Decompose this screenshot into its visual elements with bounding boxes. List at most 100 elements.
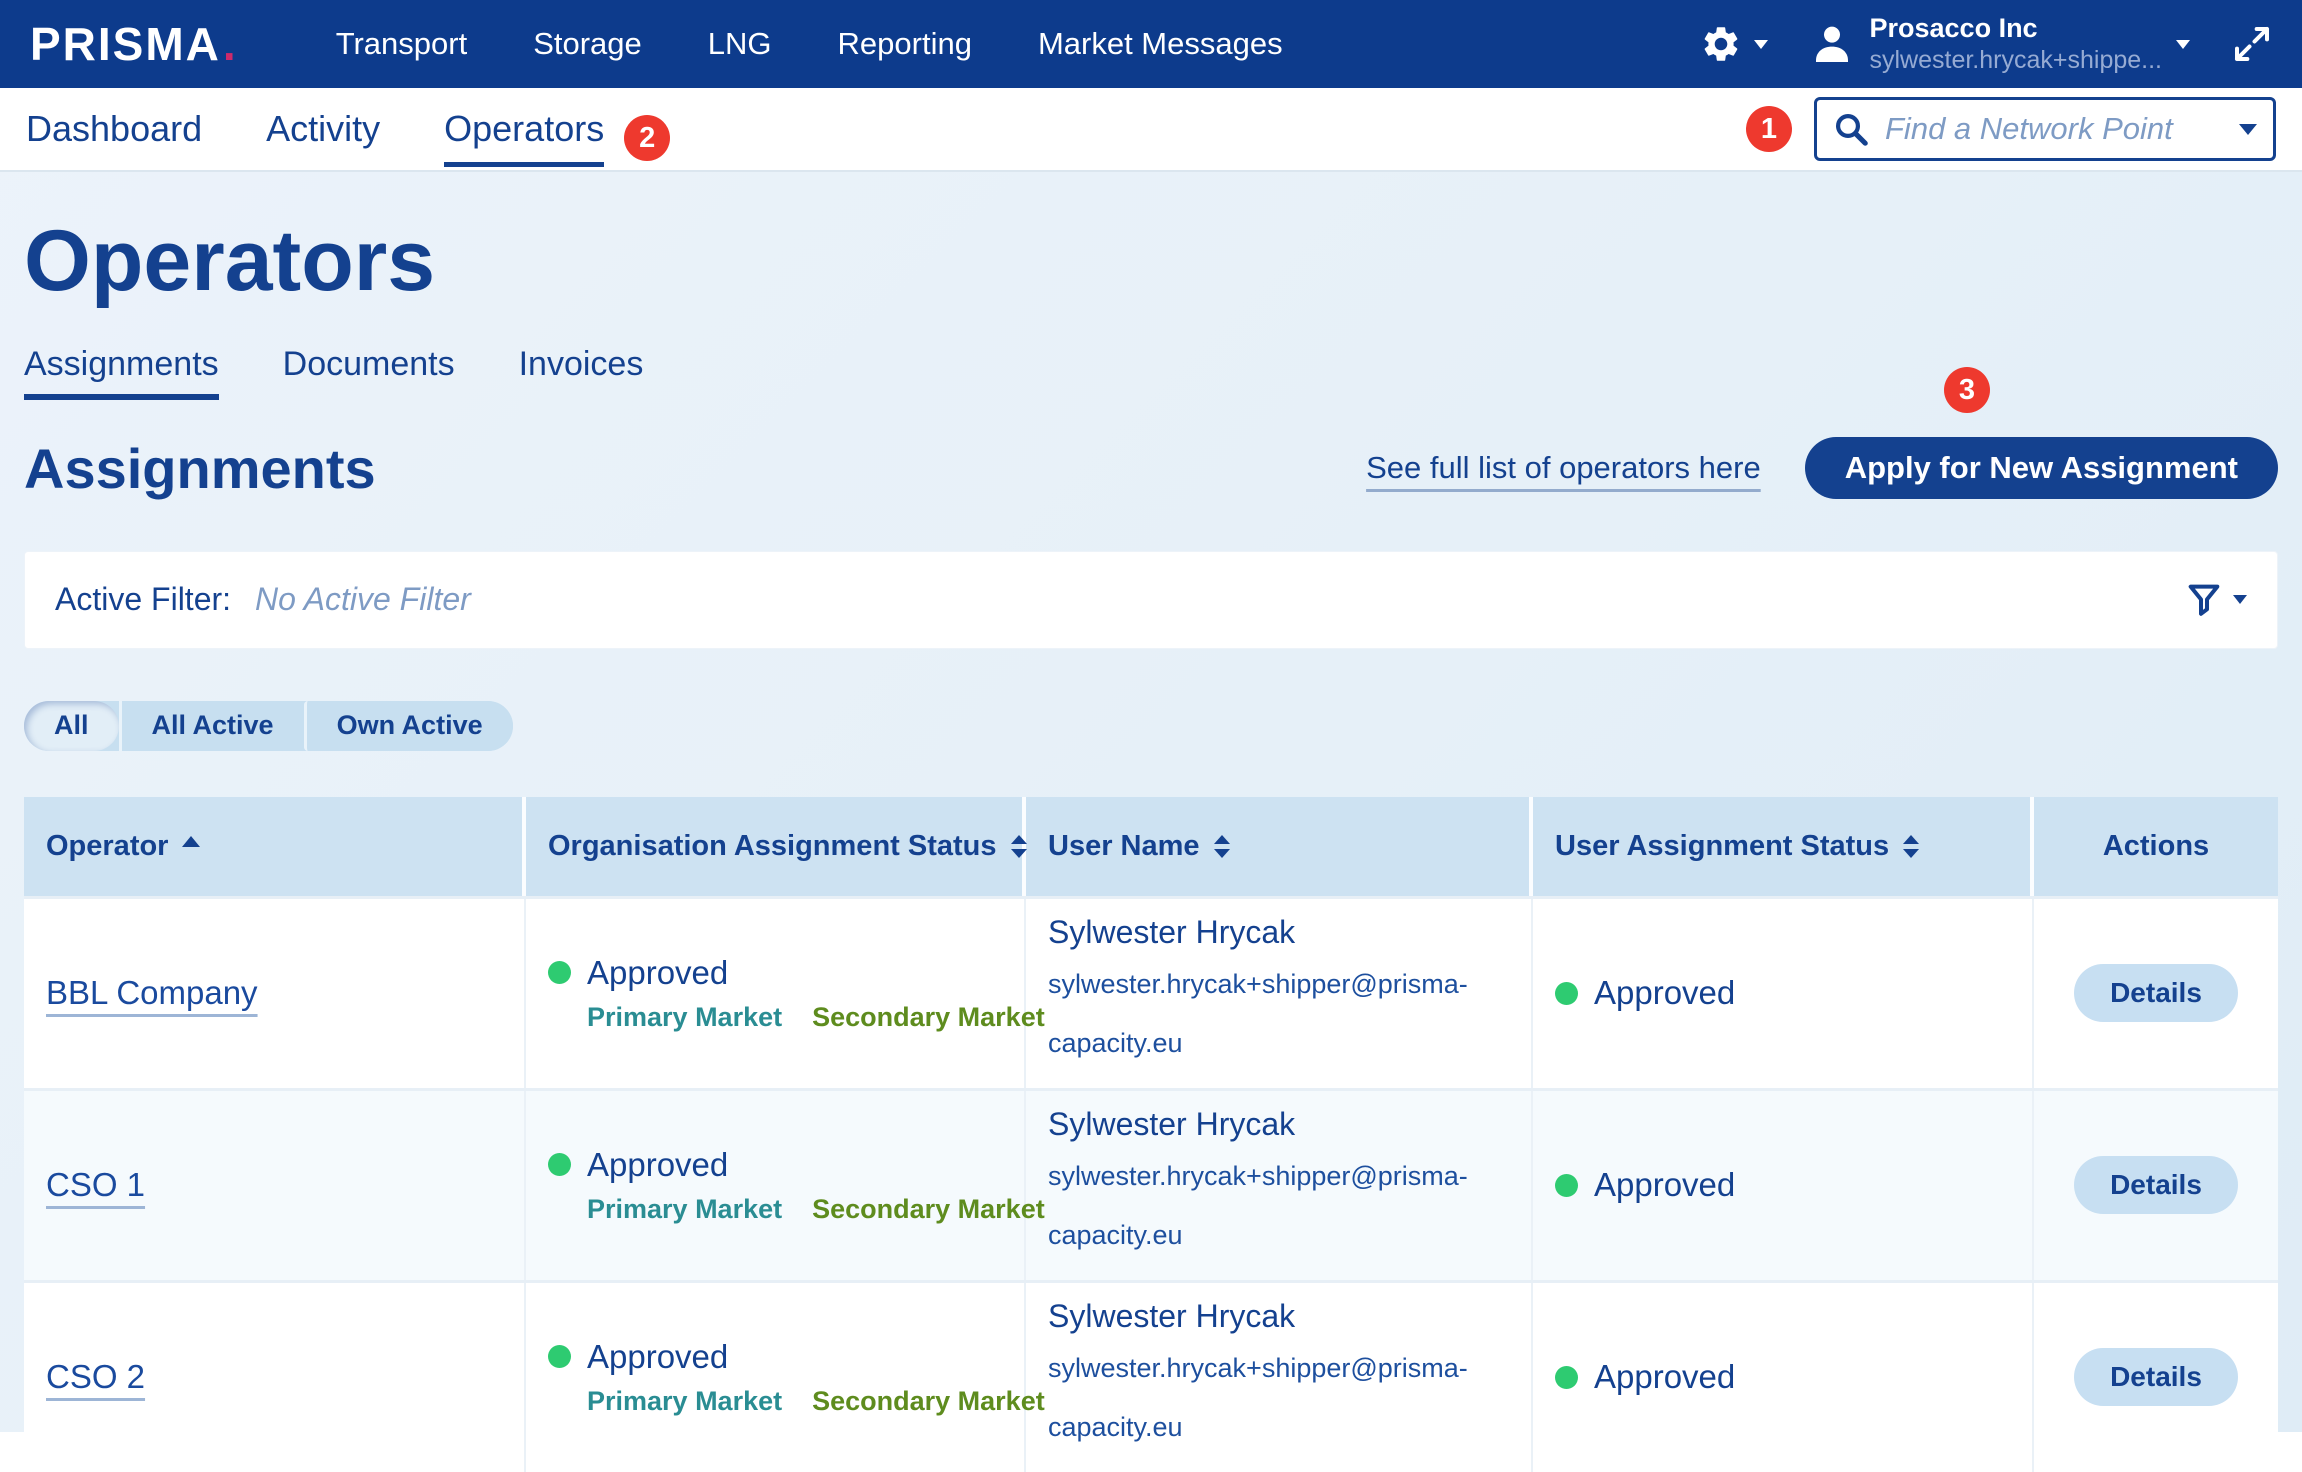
user-name: Sylwester Hrycak: [1048, 1298, 1509, 1335]
user-status-text: Approved: [1594, 974, 1735, 1012]
org-status: Approved: [548, 1146, 1002, 1184]
user-cell: Sylwester Hrycak sylwester.hrycak+shippe…: [1026, 899, 1533, 1088]
toggle-own-active[interactable]: Own Active: [304, 701, 513, 751]
subnav-item-dashboard[interactable]: Dashboard: [26, 108, 202, 150]
secondary-market-label: Secondary Market: [812, 1386, 1045, 1417]
org-status-cell: Approved Primary Market Secondary Market: [526, 1283, 1026, 1472]
operator-link[interactable]: CSO 2: [46, 1358, 145, 1395]
user-status-cell: Approved: [1533, 1283, 2034, 1472]
topnav-item-lng[interactable]: LNG: [708, 26, 772, 62]
user-email: sylwester.hrycak+shipper@prisma-capacity…: [1048, 955, 1509, 1074]
org-status-text: Approved: [587, 1146, 728, 1184]
page-title: Operators: [24, 212, 2278, 311]
organisation-name: Prosacco Inc: [1870, 12, 2163, 46]
tab-invoices[interactable]: Invoices: [519, 345, 644, 400]
status-dot-icon: [548, 961, 571, 984]
network-point-search[interactable]: [1814, 97, 2276, 161]
primary-market-label: Primary Market: [587, 1386, 782, 1417]
operators-page: Operators Assignments Documents Invoices…: [0, 212, 2302, 1472]
operator-link[interactable]: CSO 1: [46, 1166, 145, 1203]
brand-dot: .: [223, 17, 238, 71]
account-text: Prosacco Inc sylwester.hrycak+shippe...: [1870, 12, 2163, 77]
operator-cell: CSO 2: [24, 1283, 526, 1472]
secondary-market-label: Secondary Market: [812, 1194, 1045, 1225]
details-button[interactable]: Details: [2074, 1156, 2238, 1214]
org-status: Approved: [548, 954, 1002, 992]
column-operator[interactable]: Operator: [24, 797, 526, 896]
topnav-item-market-messages[interactable]: Market Messages: [1038, 26, 1283, 62]
gear-icon: [1700, 23, 1742, 65]
column-user-assignment-status[interactable]: User Assignment Status: [1533, 797, 2034, 896]
subnav-item-activity[interactable]: Activity: [266, 108, 380, 150]
assignments-table: Operator Organisation Assignment Status …: [24, 797, 2278, 1472]
search-icon: [1833, 111, 1869, 147]
section-actions: See full list of operators here 3 Apply …: [1366, 437, 2278, 499]
brand-text: PRISMA: [30, 17, 221, 71]
operator-link[interactable]: BBL Company: [46, 974, 258, 1011]
org-status-cell: Approved Primary Market Secondary Market: [526, 1091, 1026, 1280]
topnav-item-storage[interactable]: Storage: [533, 26, 642, 62]
org-status: Approved: [548, 1338, 1002, 1376]
expand-icon[interactable]: [2232, 24, 2272, 64]
active-filter-bar: Active Filter: No Active Filter: [24, 551, 2278, 649]
topnav-right: Prosacco Inc sylwester.hrycak+shippe...: [1700, 12, 2273, 77]
toggle-all[interactable]: All: [24, 701, 119, 751]
user-status: Approved: [1555, 974, 2010, 1012]
tab-assignments[interactable]: Assignments: [24, 345, 219, 400]
org-status-text: Approved: [587, 1338, 728, 1376]
operator-cell: BBL Company: [24, 899, 526, 1088]
top-navigation: PRISMA . Transport Storage LNG Reporting…: [0, 0, 2302, 88]
column-label: Operator: [46, 830, 168, 863]
details-button[interactable]: Details: [2074, 1348, 2238, 1406]
user-status-cell: Approved: [1533, 899, 2034, 1088]
user-name: Sylwester Hrycak: [1048, 914, 1509, 951]
status-dot-icon: [548, 1153, 571, 1176]
sort-asc-icon: [182, 836, 200, 847]
user-status-text: Approved: [1594, 1358, 1735, 1396]
search-input[interactable]: [1883, 110, 2225, 148]
org-status-text: Approved: [587, 954, 728, 992]
org-status-cell: Approved Primary Market Secondary Market: [526, 899, 1026, 1088]
column-org-assignment-status[interactable]: Organisation Assignment Status: [526, 797, 1026, 896]
subnav-item-operators[interactable]: Operators: [444, 108, 604, 150]
markets: Primary Market Secondary Market: [587, 1002, 1002, 1033]
table-row: BBL Company Approved Primary Market Seco…: [24, 896, 2278, 1088]
chevron-down-icon: [2176, 40, 2190, 49]
settings-menu[interactable]: [1700, 23, 1768, 65]
section-title: Assignments: [24, 436, 376, 501]
active-filter-label: Active Filter:: [55, 581, 231, 618]
apply-button-wrap: 3 Apply for New Assignment: [1805, 437, 2278, 499]
chevron-down-icon[interactable]: [2239, 124, 2257, 135]
tab-documents[interactable]: Documents: [283, 345, 455, 400]
filter-menu-button[interactable]: [2184, 580, 2247, 620]
user-name: Sylwester Hrycak: [1048, 1106, 1509, 1143]
step-badge-2: 2: [624, 115, 670, 161]
user-cell: Sylwester Hrycak sylwester.hrycak+shippe…: [1026, 1091, 1533, 1280]
user-status-cell: Approved: [1533, 1091, 2034, 1280]
chevron-down-icon: [1754, 40, 1768, 49]
status-dot-icon: [1555, 982, 1578, 1005]
toggle-all-active[interactable]: All Active: [119, 701, 304, 751]
column-actions: Actions: [2034, 797, 2278, 896]
step-badge-1: 1: [1746, 106, 1792, 152]
user-email: sylwester.hrycak+shipper@prisma-capacity…: [1048, 1147, 1509, 1266]
apply-new-assignment-button[interactable]: Apply for New Assignment: [1805, 437, 2278, 499]
topnav-item-transport[interactable]: Transport: [336, 26, 468, 62]
assignments-section-header: Assignments See full list of operators h…: [24, 436, 2278, 501]
column-user-name[interactable]: User Name: [1026, 797, 1533, 896]
operator-cell: CSO 1: [24, 1091, 526, 1280]
column-label: Actions: [2103, 830, 2209, 863]
prisma-logo[interactable]: PRISMA .: [30, 17, 238, 71]
primary-nav: Transport Storage LNG Reporting Market M…: [336, 26, 1283, 62]
secondary-market-label: Secondary Market: [812, 1002, 1045, 1033]
page-tabs: Assignments Documents Invoices: [24, 345, 2278, 400]
table-header: Operator Organisation Assignment Status …: [24, 797, 2278, 896]
user-status: Approved: [1555, 1358, 2010, 1396]
topnav-item-reporting[interactable]: Reporting: [838, 26, 972, 62]
chevron-down-icon: [2233, 595, 2247, 604]
see-full-list-link[interactable]: See full list of operators here: [1366, 450, 1761, 486]
details-button[interactable]: Details: [2074, 964, 2238, 1022]
account-menu[interactable]: Prosacco Inc sylwester.hrycak+shippe...: [1808, 12, 2191, 77]
primary-market-label: Primary Market: [587, 1194, 782, 1225]
status-dot-icon: [1555, 1174, 1578, 1197]
